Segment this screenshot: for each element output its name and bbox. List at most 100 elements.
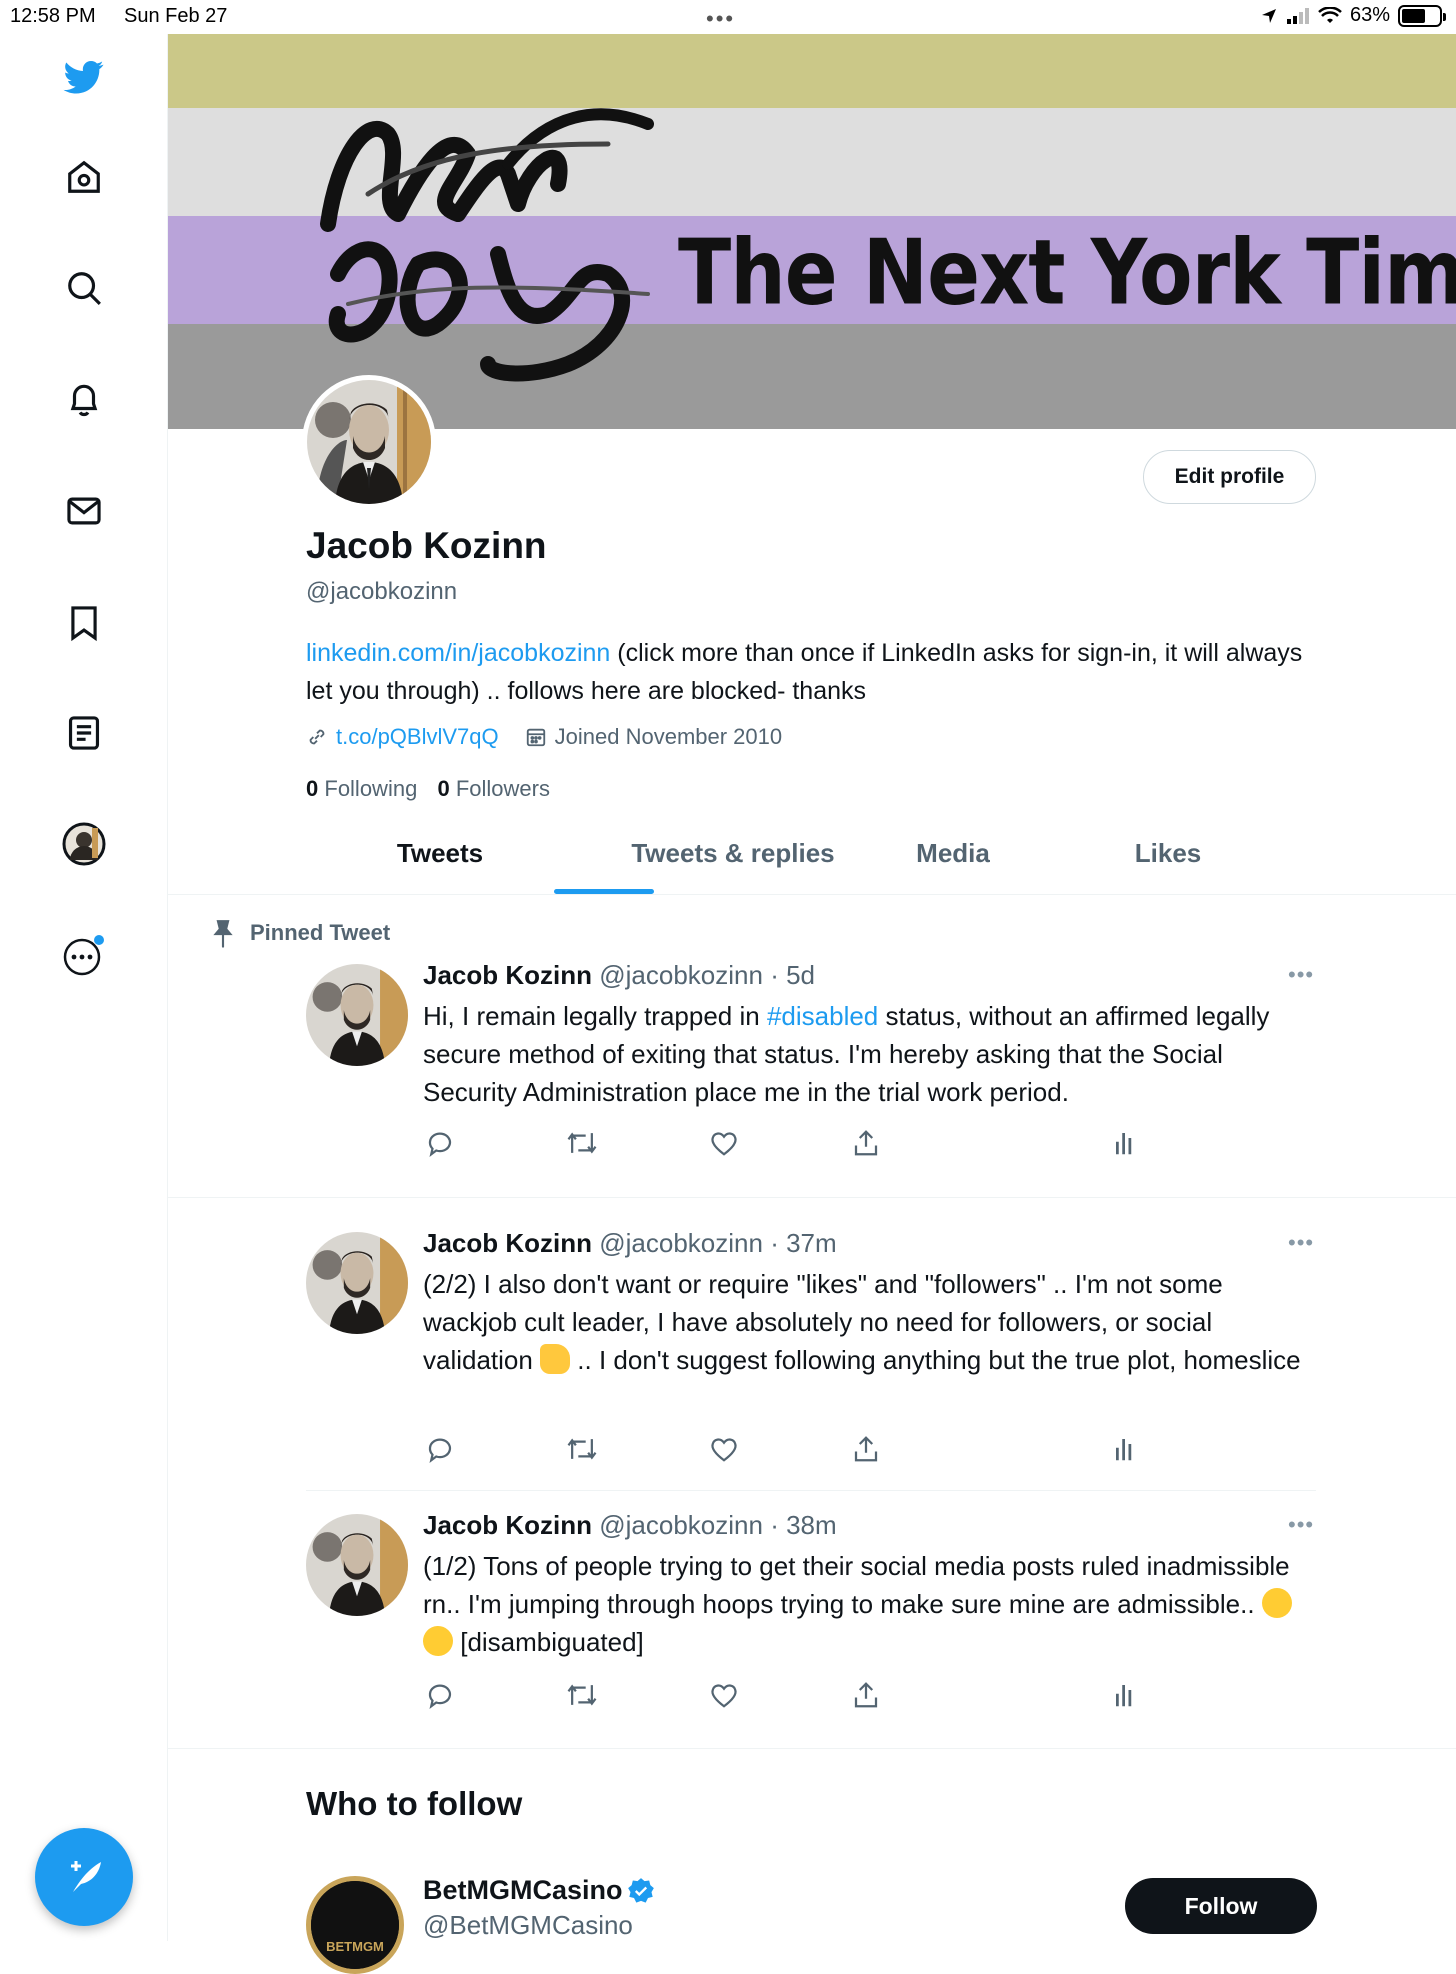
followers-label: Followers [455,776,550,801]
tab-media[interactable]: Media [898,838,1008,869]
tweet-more-icon[interactable]: ••• [1288,962,1314,988]
like-icon[interactable] [707,1126,741,1160]
tweet-author-name[interactable]: Jacob Kozinn [423,960,592,990]
tweet-avatar[interactable] [306,964,408,1066]
tweet-time[interactable]: 5d [786,960,815,990]
tab-tweets-and-replies[interactable]: Tweets & replies [613,838,853,869]
tweet-author-handle: @jacobkozinn [599,1510,763,1540]
tweet-actions [423,1432,1273,1466]
tweet-item[interactable]: Jacob Kozinn @jacobkozinn · 38m ••• (1/2… [168,1500,1456,1747]
following-label: Following [324,776,418,801]
edit-profile-button[interactable]: Edit profile [1143,450,1316,504]
tweet-more-icon[interactable]: ••• [1288,1512,1314,1538]
tweet-author-handle: @jacobkozinn [599,960,763,990]
suggested-avatar-text: BETMGM [326,1939,384,1954]
home-icon[interactable] [61,154,107,200]
tweet-divider [306,1490,1316,1491]
search-icon[interactable] [61,265,107,311]
share-icon[interactable] [849,1432,883,1466]
hashtag-link[interactable]: #disabled [767,1001,878,1031]
sidebar [0,34,168,1941]
tab-tweets[interactable]: Tweets [390,838,490,869]
tweet-author-handle: @jacobkozinn [599,1228,763,1258]
lists-icon[interactable] [61,710,107,756]
status-time: 12:58 PM [10,5,96,27]
who-to-follow-title: Who to follow [306,1785,523,1822]
profile-avatar[interactable] [302,375,436,509]
multitasking-dots-icon[interactable]: ••• [706,6,735,32]
more-circle-icon[interactable] [61,932,107,978]
profile-tabs: Tweets Tweets & replies Media Likes [168,830,1456,895]
compose-tweet-button[interactable] [35,1828,133,1926]
suggested-account-avatar[interactable]: BETMGM [306,1876,404,1974]
retweet-icon[interactable] [565,1678,599,1712]
banner-title: The Next York Times [678,222,1456,326]
tweet-time[interactable]: 38m [786,1510,837,1540]
suggested-account-name-row[interactable]: BetMGMCasino [423,1875,655,1906]
reply-icon[interactable] [423,1126,457,1160]
retweet-icon[interactable] [565,1432,599,1466]
status-right: 63% [1260,4,1446,27]
analytics-icon[interactable] [1109,1432,1143,1466]
reply-icon[interactable] [423,1432,457,1466]
profile-url-link[interactable]: t.co/pQBlvlV7qQ [336,724,499,750]
bio-linkedin-link[interactable]: linkedin.com/in/jacobkozinn [306,639,610,667]
tweet-actions [423,1126,1273,1160]
compose-tweet-icon [71,1861,101,1892]
wifi-icon [1318,6,1342,23]
bookmark-icon[interactable] [61,600,107,646]
follow-button[interactable]: Follow [1125,1878,1317,1934]
tab-likes[interactable]: Likes [1118,838,1218,869]
followers-count: 0 [437,776,450,801]
tweet-text-part: [disambiguated] [453,1627,644,1657]
like-icon[interactable] [707,1678,741,1712]
reply-icon[interactable] [423,1678,457,1712]
tweet-header: Jacob Kozinn @jacobkozinn · 38m [423,1510,837,1541]
battery-percent: 63% [1349,4,1390,26]
like-icon[interactable] [707,1432,741,1466]
tears-of-joy-emoji [1261,1588,1292,1618]
share-icon[interactable] [849,1126,883,1160]
profile-meta: t.co/pQBlvlV7qQ Joined November 2010 [306,724,782,750]
verified-badge-icon [627,1877,654,1903]
tweet-text: (1/2) Tons of people trying to get their… [418,1547,1323,1661]
active-tab-indicator [554,889,654,894]
tweet-text-part: Hi, I remain legally trapped in [423,1001,767,1031]
pin-icon [213,920,233,948]
suggested-account-name: BetMGMCasino [423,1875,623,1905]
tweet-more-icon[interactable]: ••• [1288,1230,1314,1256]
analytics-icon[interactable] [1109,1678,1143,1712]
tweet-author-name[interactable]: Jacob Kozinn [423,1228,592,1258]
tweet-text-part: .. I don't suggest following anything bu… [570,1345,1301,1375]
tweet-avatar[interactable] [306,1514,408,1616]
thumbs-up-emoji [540,1344,571,1374]
analytics-icon[interactable] [1109,1126,1143,1160]
profile-avatar-icon[interactable] [61,821,107,867]
followers-link[interactable]: 0 Followers [437,776,550,801]
share-icon[interactable] [849,1678,883,1712]
link-icon [309,729,325,745]
mail-icon[interactable] [61,488,107,534]
bell-icon[interactable] [61,376,107,422]
calendar-icon [526,728,545,747]
profile-name: Jacob Kozinn [306,525,547,566]
tweet-item[interactable]: Jacob Kozinn @jacobkozinn · 37m ••• (2/2… [168,1218,1456,1490]
tweet-header: Jacob Kozinn @jacobkozinn · 37m [423,1228,837,1259]
tweet-pinned[interactable]: Jacob Kozinn @jacobkozinn · 5d ••• Hi, I… [168,950,1456,1198]
tweet-text: (2/2) I also don't want or require "like… [423,1265,1323,1379]
tweet-text-part: (1/2) Tons of people trying to get their… [423,1551,1290,1619]
tweet-avatar[interactable] [306,1232,408,1334]
tweet-time[interactable]: 37m [786,1228,837,1258]
next-york-graffiti-logo [320,108,654,382]
following-link[interactable]: 0 Following [306,776,417,801]
pinned-tweet-label: Pinned Tweet [210,918,390,948]
location-arrow-icon [1261,8,1276,23]
tweet-author-name[interactable]: Jacob Kozinn [423,1510,592,1540]
pinned-text: Pinned Tweet [250,920,391,945]
retweet-icon[interactable] [565,1126,599,1160]
tweet-dot: · [762,1510,787,1540]
profile-banner[interactable]: The Next York Times [168,34,1456,429]
battery-icon [1398,4,1446,27]
twitter-bird-icon[interactable] [61,54,107,100]
cellular-signal-icon [1286,7,1309,24]
